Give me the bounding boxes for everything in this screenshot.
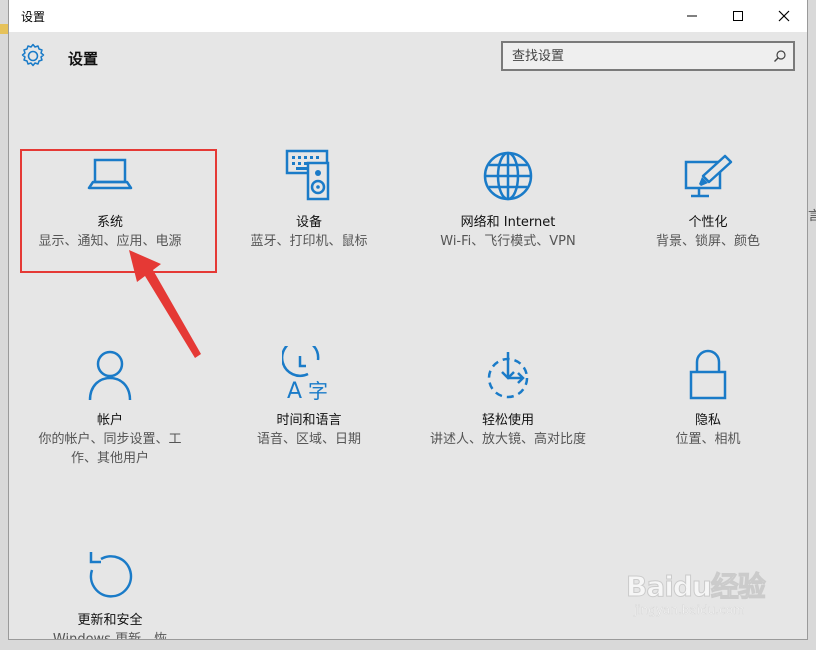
tile-label: 轻松使用	[481, 413, 534, 428]
tile-time-language[interactable]: A 字 时间和语言 语音、区域、日期	[212, 346, 406, 449]
tile-privacy[interactable]: 隐私 位置、相机	[611, 346, 805, 449]
paint-icon	[684, 154, 733, 198]
window-title: 设置	[21, 10, 46, 24]
tile-label: 更新和安全	[77, 613, 143, 628]
background-window-fragment-text: 言	[808, 209, 816, 224]
watermark-url: jingyan.baidu.com	[634, 603, 745, 617]
tile-label: 设备	[295, 215, 322, 230]
page-title: 设置	[68, 50, 99, 68]
close-button[interactable]	[761, 0, 807, 32]
tile-label: 帐户	[96, 413, 123, 428]
background-window-fragment	[0, 24, 8, 34]
globe-icon	[483, 151, 533, 201]
close-icon	[778, 10, 790, 22]
tile-desc: Wi-Fi、飞行模式、VPN	[440, 234, 576, 249]
watermark-logo: Baidu经验	[626, 570, 767, 604]
tile-desc: 位置、相机	[675, 432, 741, 447]
tile-desc: 语音、区域、日期	[256, 432, 361, 447]
search-icon[interactable]	[773, 49, 787, 63]
tile-ease-of-access[interactable]: 轻松使用 讲述人、放大镜、高对比度	[411, 346, 605, 449]
baidu-jingyan-watermark: Baidu经验 jingyan.baidu.com	[626, 565, 776, 635]
search-box[interactable]	[501, 41, 795, 71]
tile-personalization[interactable]: 个性化 背景、锁屏、颜色	[611, 152, 805, 251]
tile-accounts[interactable]: 帐户 你的帐户、同步设置、工作、其他用户	[13, 346, 207, 468]
tile-desc: 讲述人、放大镜、高对比度	[429, 432, 586, 447]
tile-desc: Windows 更新、恢	[52, 632, 168, 640]
red-arrow-annotation	[129, 250, 201, 358]
settings-header: 设置	[9, 32, 807, 92]
minimize-button[interactable]	[669, 0, 715, 32]
search-input[interactable]	[512, 47, 762, 65]
tile-devices[interactable]: 设备 蓝牙、打印机、鼠标	[212, 146, 406, 251]
tile-label: 个性化	[688, 215, 728, 230]
tile-label: 时间和语言	[276, 413, 342, 428]
tile-label: 隐私	[694, 413, 721, 428]
tile-desc: 你的帐户、同步设置、工作、其他用户	[38, 432, 182, 466]
tile-update-security[interactable]: 更新和安全 Windows 更新、恢	[13, 546, 207, 640]
gear-icon	[21, 43, 45, 67]
maximize-icon	[733, 11, 743, 21]
tile-desc: 蓝牙、打印机、鼠标	[250, 234, 368, 249]
refresh-icon	[89, 552, 133, 598]
tile-desc: 背景、锁屏、颜色	[655, 234, 760, 249]
tile-network[interactable]: 网络和 Internet Wi-Fi、飞行模式、VPN	[411, 146, 605, 251]
time-language-icon: A 字	[282, 346, 328, 404]
keyboard-speaker-icon	[285, 149, 330, 201]
maximize-button[interactable]	[715, 0, 761, 32]
ease-of-access-icon	[487, 352, 529, 399]
svg-text:字: 字	[308, 379, 328, 403]
minimize-icon	[687, 15, 697, 17]
svg-text:A: A	[287, 379, 302, 404]
settings-window: 设置 设置 系统 显示、通知、应用、电源	[8, 0, 808, 640]
lock-icon	[689, 349, 727, 400]
title-bar: 设置	[9, 0, 807, 32]
tile-label: 网络和 Internet	[460, 215, 556, 230]
